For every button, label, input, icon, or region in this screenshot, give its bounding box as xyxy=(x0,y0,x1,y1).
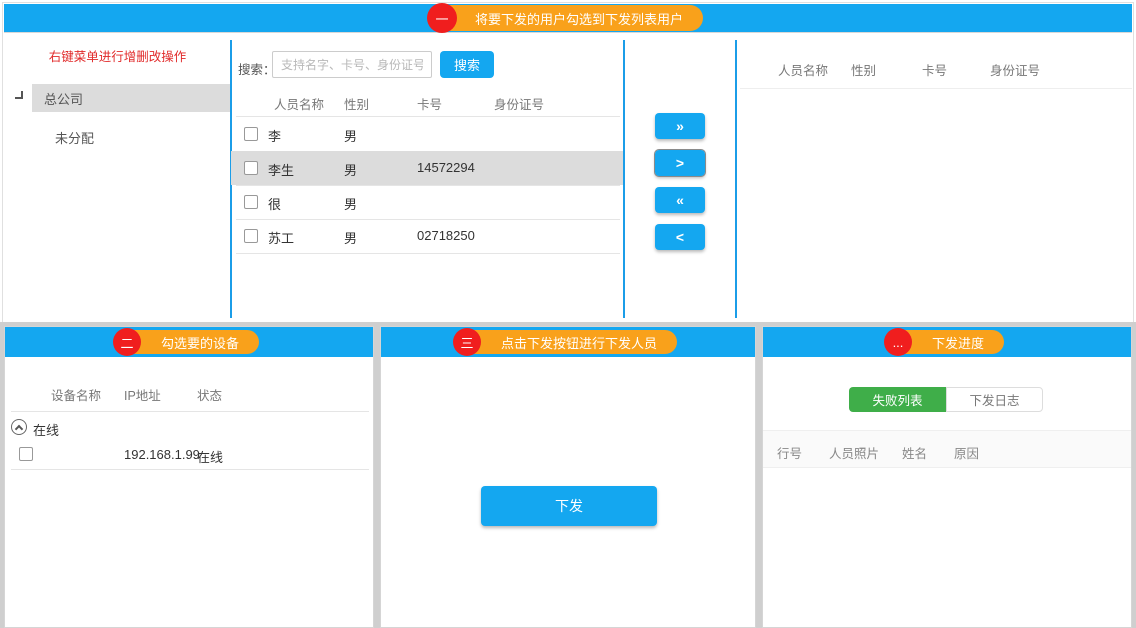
search-button[interactable]: 搜索 xyxy=(440,51,494,78)
cell-name: 李生 xyxy=(268,160,294,179)
move-all-right-button[interactable]: » xyxy=(655,113,705,139)
target-col-card: 卡号 xyxy=(922,60,947,79)
step1-header-bar: 一 将要下发的用户勾选到下发列表用户 xyxy=(4,4,1132,33)
device-status: 在线 xyxy=(197,447,223,466)
cell-name: 很 xyxy=(268,194,281,213)
source-col-id: 身份证号 xyxy=(494,94,544,113)
result-col-row: 行号 xyxy=(777,443,802,462)
step4-instruction: 下发进度 xyxy=(932,333,984,352)
target-col-id: 身份证号 xyxy=(990,60,1040,79)
step3-header-bar: 三 点击下发按钮进行下发人员 xyxy=(381,327,755,357)
distribute-panel: 三 点击下发按钮进行下发人员 下发 xyxy=(380,326,756,628)
collapse-group-icon[interactable] xyxy=(11,419,27,435)
result-col-name: 姓名 xyxy=(902,443,927,462)
cell-gender: 男 xyxy=(344,126,357,145)
target-col-gender: 性别 xyxy=(851,60,876,79)
device-col-status: 状态 xyxy=(197,385,222,404)
table-row[interactable]: 苏工 男 02718250 xyxy=(231,219,623,253)
tree-expand-icon[interactable] xyxy=(15,91,23,99)
device-col-name: 设备名称 xyxy=(51,385,101,404)
step3-instruction: 点击下发按钮进行下发人员 xyxy=(501,333,657,352)
table-row[interactable]: 李 男 xyxy=(231,117,623,151)
move-all-left-button[interactable]: « xyxy=(655,187,705,213)
device-group-row[interactable]: 在线 xyxy=(5,417,373,441)
tree-item-company-label: 总公司 xyxy=(44,89,83,108)
distribute-button[interactable]: 下发 xyxy=(481,486,657,526)
source-col-card: 卡号 xyxy=(417,94,442,113)
target-header-divider xyxy=(740,88,1132,89)
step3-number-icon: 三 xyxy=(453,328,481,356)
step2-instruction: 勾选要的设备 xyxy=(161,333,239,352)
device-row-divider xyxy=(11,469,369,470)
device-group-label: 在线 xyxy=(33,420,59,439)
device-col-ip: IP地址 xyxy=(124,385,161,404)
move-left-button[interactable]: < xyxy=(655,224,705,250)
cell-gender: 男 xyxy=(344,194,357,213)
transfer-right-divider xyxy=(735,40,737,318)
row-checkbox[interactable] xyxy=(244,229,258,243)
tree-hint: 右键菜单进行增删改操作 xyxy=(4,46,231,65)
result-col-photo: 人员照片 xyxy=(829,443,879,462)
row-checkbox[interactable] xyxy=(244,161,258,175)
step4-number-icon: ... xyxy=(884,328,912,356)
step2-number-icon: 二 xyxy=(113,328,141,356)
target-col-name: 人员名称 xyxy=(778,60,828,79)
device-checkbox[interactable] xyxy=(19,447,33,461)
search-input[interactable] xyxy=(272,51,432,78)
device-row[interactable]: 192.168.1.99 在线 xyxy=(5,443,373,469)
source-col-gender: 性别 xyxy=(344,94,369,113)
move-right-button[interactable]: > xyxy=(655,150,705,176)
row-divider xyxy=(236,253,620,254)
progress-panel: ... 下发进度 失败列表 下发日志 行号 人员照片 姓名 原因 xyxy=(762,326,1132,628)
step3-badge: 三 点击下发按钮进行下发人员 xyxy=(459,330,677,354)
device-header-divider xyxy=(11,411,369,412)
cell-name: 李 xyxy=(268,126,281,145)
cell-card: 02718250 xyxy=(417,228,475,243)
tree-item-unassigned[interactable]: 未分配 xyxy=(55,128,94,147)
result-col-reason: 原因 xyxy=(954,443,979,462)
row-checkbox[interactable] xyxy=(244,195,258,209)
step2-header-bar: 二 勾选要的设备 xyxy=(5,327,373,357)
cell-gender: 男 xyxy=(344,228,357,247)
row-checkbox[interactable] xyxy=(244,127,258,141)
step1-badge: 一 将要下发的用户勾选到下发列表用户 xyxy=(433,5,703,31)
transfer-left-divider xyxy=(623,40,625,318)
tab-distribute-log[interactable]: 下发日志 xyxy=(946,387,1043,412)
cell-card: 14572294 xyxy=(417,160,475,175)
result-header-strip: 行号 人员照片 姓名 原因 xyxy=(763,430,1131,468)
tree-item-company[interactable]: 总公司 xyxy=(32,84,230,112)
table-row[interactable]: 很 男 xyxy=(231,185,623,219)
table-row-selected[interactable]: 李生 男 14572294 xyxy=(231,151,623,185)
cell-name: 苏工 xyxy=(268,228,294,247)
tab-failed-list[interactable]: 失败列表 xyxy=(849,387,946,412)
devices-panel: 二 勾选要的设备 设备名称 IP地址 状态 在线 192.168.1.99 在线 xyxy=(4,326,374,628)
cell-gender: 男 xyxy=(344,160,357,179)
step1-instruction: 将要下发的用户勾选到下发列表用户 xyxy=(475,9,683,28)
source-col-name: 人员名称 xyxy=(274,94,324,113)
step4-header-bar: ... 下发进度 xyxy=(763,327,1131,357)
step2-badge: 二 勾选要的设备 xyxy=(119,330,259,354)
device-ip: 192.168.1.99 xyxy=(124,447,200,462)
search-label: 搜索： xyxy=(238,59,276,78)
step1-number-icon: 一 xyxy=(427,3,457,33)
step4-badge: ... 下发进度 xyxy=(890,330,1004,354)
